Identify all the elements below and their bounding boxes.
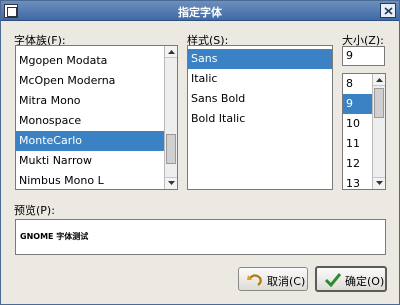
size-list-item[interactable]: 9 <box>343 94 373 114</box>
family-list-item[interactable]: Mitra Mono <box>16 91 165 111</box>
size-list-items: 8 9 10 11 12 13 <box>343 74 373 194</box>
scroll-down-button[interactable] <box>165 177 177 189</box>
window-title: 指定字体 <box>178 6 222 19</box>
family-scrollbar[interactable] <box>164 46 177 189</box>
family-list-item[interactable]: McOpen Moderna <box>16 71 165 91</box>
close-button[interactable] <box>380 3 396 18</box>
size-list[interactable]: 8 9 10 11 12 13 <box>342 73 386 190</box>
checkmark-icon <box>325 273 341 287</box>
scroll-up-button[interactable] <box>165 46 177 58</box>
ok-button[interactable]: 确定(O) <box>315 266 387 292</box>
size-scroll-down-button[interactable] <box>373 177 385 189</box>
preview-text: GNOME 字体测试 <box>20 232 89 241</box>
style-list-item[interactable]: Bold Italic <box>188 109 332 129</box>
size-list-item[interactable]: 12 <box>343 154 373 174</box>
style-list-item[interactable]: Sans <box>188 49 332 69</box>
title-bar[interactable]: 指定字体 <box>1 1 399 21</box>
family-list-item[interactable]: Mukti Narrow <box>16 151 165 171</box>
preview-label: 预览(P): <box>14 204 55 217</box>
style-list-item[interactable]: Italic <box>188 69 332 89</box>
size-scroll-thumb[interactable] <box>374 88 384 118</box>
ok-label: 确定(O) <box>345 275 385 288</box>
chevron-down-icon <box>168 181 175 185</box>
family-list-item[interactable]: MonteCarlo <box>16 131 165 151</box>
size-scrollbar[interactable] <box>372 74 385 189</box>
size-list-item[interactable]: 8 <box>343 74 373 94</box>
family-scroll-thumb[interactable] <box>166 134 176 164</box>
style-list-item[interactable]: Sans Bold <box>188 89 332 109</box>
size-list-item[interactable]: 10 <box>343 114 373 134</box>
chevron-up-icon <box>168 50 175 54</box>
family-list-item[interactable]: Monospace <box>16 111 165 131</box>
chevron-down-icon <box>376 181 383 185</box>
cancel-label: 取消(C) <box>267 275 306 288</box>
size-list-item[interactable]: 11 <box>343 134 373 154</box>
family-list-items: Mgopen Modata McOpen Moderna Mitra Mono Mon… <box>16 51 165 191</box>
style-list[interactable]: Sans Italic Sans Bold Bold Italic <box>187 45 333 190</box>
preview-field[interactable]: GNOME 字体测试 <box>15 219 386 255</box>
size-list-item[interactable]: 13 <box>343 174 373 194</box>
cancel-button[interactable]: 取消(C) <box>238 267 308 291</box>
style-list-items: Sans Italic Sans Bold Bold Italic <box>188 49 332 129</box>
family-list-item[interactable]: Mgopen Modata <box>16 51 165 71</box>
close-icon <box>384 7 393 15</box>
font-dialog-window: 指定字体 字体族(F): Mgopen Modata McOpen Moderna… <box>0 0 400 305</box>
family-list[interactable]: Mgopen Modata McOpen Moderna Mitra Mono Mon… <box>15 45 178 190</box>
chevron-up-icon <box>376 78 383 82</box>
family-list-item[interactable]: Nimbus Mono L <box>16 171 165 191</box>
size-input[interactable]: 9 <box>342 46 385 66</box>
size-scroll-up-button[interactable] <box>373 74 385 86</box>
undo-icon <box>247 274 262 286</box>
